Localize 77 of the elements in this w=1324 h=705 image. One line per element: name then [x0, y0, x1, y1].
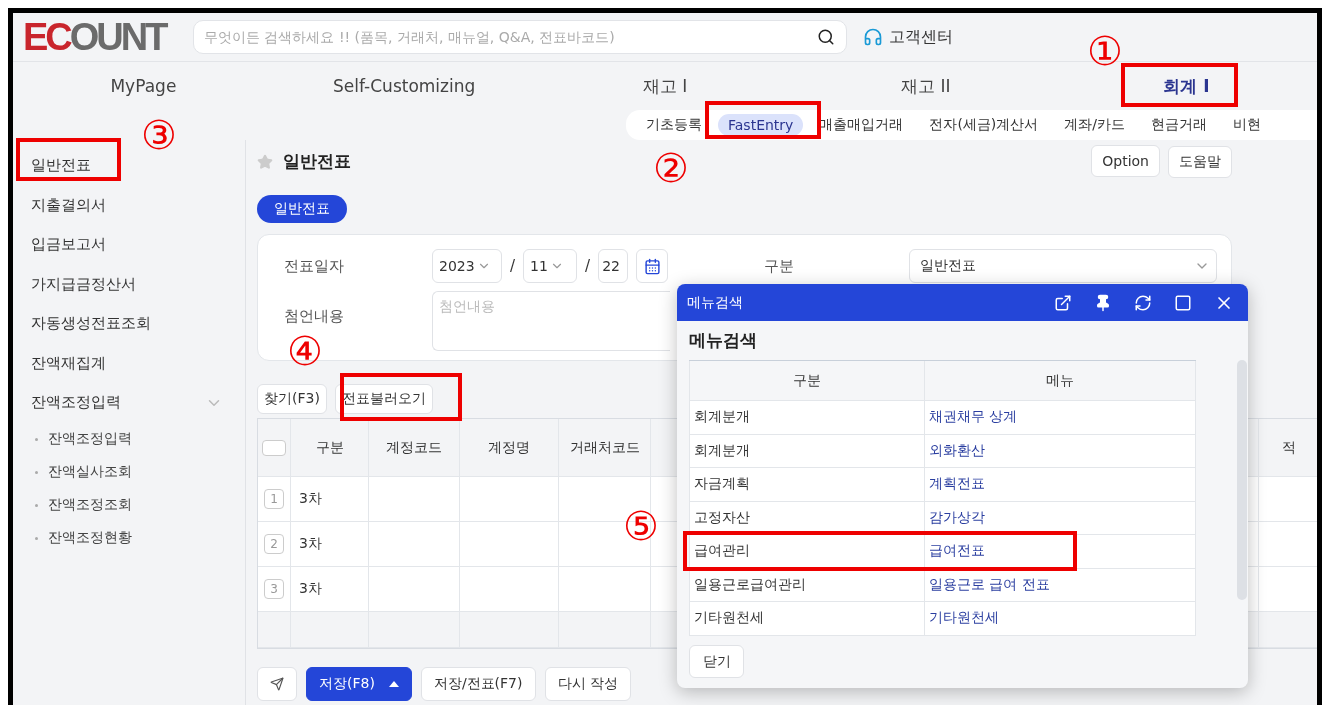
- support-link[interactable]: 고객센터: [889, 26, 953, 48]
- close-button[interactable]: 닫기: [689, 645, 744, 678]
- day-field[interactable]: 22: [598, 249, 629, 283]
- header-button[interactable]: Option: [1091, 145, 1160, 177]
- scrollbar[interactable]: [1237, 360, 1247, 600]
- calendar-icon: [643, 257, 661, 275]
- grid-button[interactable]: 전표불러오기: [334, 384, 433, 414]
- menu-link[interactable]: 외화환산: [929, 441, 985, 460]
- submenu-item[interactable]: 매출매입거래: [809, 113, 914, 137]
- pin-icon[interactable]: [1094, 292, 1112, 313]
- date-separator: /: [510, 257, 516, 275]
- header-button[interactable]: 도움말: [1168, 146, 1232, 178]
- main-menu-tab[interactable]: 재고 I: [534, 74, 796, 98]
- field-label: 전표일자: [284, 256, 345, 276]
- search-field[interactable]: 무엇이든 검색하세요 !! (품목, 거래처, 매뉴얼, Q&A, 전표바코드): [193, 20, 847, 54]
- sidebar-item[interactable]: 자동생성전표조회: [13, 304, 245, 344]
- search-icon[interactable]: [817, 28, 835, 46]
- calendar-button[interactable]: [636, 249, 669, 283]
- grid-button[interactable]: 찾기(F3): [257, 384, 327, 414]
- menu-link[interactable]: 기타원천세: [929, 609, 999, 628]
- annotation-number: ②: [653, 148, 689, 188]
- menu-link[interactable]: 감가상각: [929, 508, 985, 527]
- submenu-item[interactable]: FastEntry: [718, 114, 804, 136]
- memo-field[interactable]: 첨언내용: [432, 291, 670, 351]
- logo[interactable]: ECOUNT: [23, 15, 177, 59]
- annotation-number: ③: [141, 115, 177, 155]
- page-title: 일반전표: [283, 150, 351, 173]
- sidebar-item[interactable]: 입금보고서: [13, 225, 245, 265]
- submenu-item[interactable]: 계좌/카드: [1054, 113, 1136, 137]
- submenu-item[interactable]: 기초등록: [636, 113, 712, 137]
- triangle-up-icon[interactable]: [388, 681, 399, 687]
- star-icon[interactable]: [257, 153, 273, 170]
- headset-icon: [863, 27, 883, 47]
- dialog-heading: 메뉴검색: [689, 329, 758, 352]
- main-menu-tab[interactable]: 재고 II: [795, 74, 1057, 98]
- row-number: 2: [264, 534, 284, 554]
- footer-button[interactable]: 다시 작성: [544, 667, 631, 701]
- date-separator: /: [585, 257, 591, 275]
- sidebar-item[interactable]: 잔액조정입력: [13, 383, 245, 423]
- main-menu-tab[interactable]: Self-Customizing: [273, 76, 535, 96]
- save-button[interactable]: 저장(F8): [306, 667, 412, 701]
- annotation-number: ①: [1087, 31, 1123, 71]
- dialog-title: 메뉴검색: [687, 293, 743, 312]
- send-button[interactable]: [257, 667, 297, 701]
- annotation-number: ④: [287, 331, 323, 371]
- submenu-item[interactable]: 현금거래: [1141, 113, 1218, 137]
- year-select[interactable]: 2023: [432, 249, 502, 283]
- voucher-tab[interactable]: 일반전표: [257, 195, 347, 223]
- menu-link[interactable]: 채권채무 상계: [929, 408, 1018, 427]
- select-all-checkbox[interactable]: [262, 439, 286, 456]
- sidebar-item[interactable]: 잔액재집계: [13, 343, 245, 383]
- field-label: 구분: [764, 256, 796, 276]
- row-number: 1: [264, 489, 284, 509]
- paper-plane-icon: [270, 677, 284, 691]
- sidebar-subitem[interactable]: 잔액조정조회: [13, 488, 245, 522]
- month-select[interactable]: 11: [523, 249, 578, 283]
- table-cell: 기타원천세: [689, 602, 924, 636]
- main-menu-tab[interactable]: MyPage: [13, 76, 274, 96]
- type-select[interactable]: 일반전표: [909, 249, 1218, 283]
- button-label: 저장(F8): [319, 675, 375, 693]
- submenu-item[interactable]: 비현: [1223, 113, 1272, 137]
- sidebar-item[interactable]: 가지급금정산서: [13, 264, 245, 304]
- main-menu-tab[interactable]: 회계 I: [1056, 74, 1317, 98]
- field-label: 첨언내용: [284, 307, 345, 326]
- footer-button[interactable]: 저장/전표(F7): [420, 667, 536, 701]
- menu-link[interactable]: 급여전표: [929, 542, 985, 561]
- sidebar-subitem[interactable]: 잔액실사조회: [13, 455, 245, 489]
- table-cell: 회계분개: [689, 401, 924, 435]
- sidebar-item-label: 잔액조정입력: [31, 393, 121, 413]
- table-cell: 자금계획: [689, 468, 924, 502]
- sidebar-subitem[interactable]: 잔액조정입력: [13, 422, 245, 456]
- row-number: 3: [264, 579, 284, 599]
- submenu-item[interactable]: 전자(세금)계산서: [919, 113, 1049, 137]
- menu-link[interactable]: 계획전표: [929, 475, 985, 494]
- annotation-number: ⑤: [623, 506, 659, 546]
- sidebar-item[interactable]: 지출결의서: [13, 185, 245, 225]
- sidebar-subitem[interactable]: 잔액조정현황: [13, 521, 245, 555]
